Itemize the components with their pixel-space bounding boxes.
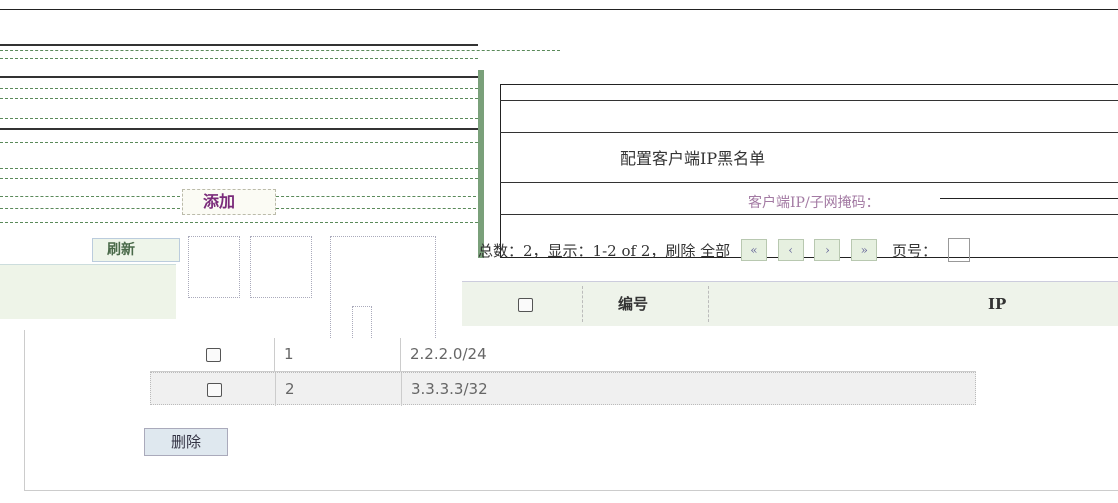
panel-stripe	[276, 196, 476, 197]
column-divider	[275, 373, 276, 406]
column-divider	[400, 338, 401, 371]
row-checkbox[interactable]	[207, 373, 222, 406]
checkbox-icon	[518, 298, 533, 312]
panel-border	[0, 76, 478, 78]
panel-stripe	[0, 50, 560, 51]
dialog-line	[500, 100, 1118, 101]
pager-bar: 总数：2，显示：1-2 of 2，刷除 全部 « ‹ › » 页号：	[478, 238, 1118, 272]
row-ip: 2.2.2.0/24	[410, 345, 487, 363]
dialog-line	[500, 214, 1118, 215]
column-divider	[582, 286, 583, 322]
panel-border	[0, 44, 478, 46]
panel-stripe	[0, 58, 478, 59]
pager-summary: 总数：2，显示：1-2 of 2，刷除 全部	[478, 241, 731, 260]
page-number-label: 页号：	[892, 241, 938, 260]
table-header: 编号 IP	[462, 281, 1118, 326]
dialog-line	[500, 132, 1118, 133]
grid-artifact	[250, 236, 312, 298]
checkbox-icon	[206, 347, 221, 362]
prev-page-button[interactable]: ‹	[777, 239, 804, 261]
panel-border	[0, 128, 478, 130]
delete-button[interactable]: 删除	[144, 428, 228, 456]
column-divider	[274, 338, 275, 371]
row-ip: 3.3.3.3/32	[411, 380, 488, 398]
top-divider	[0, 9, 1118, 10]
panel-stripe	[0, 168, 478, 169]
last-page-button[interactable]: »	[851, 239, 878, 261]
page-number-input[interactable]	[947, 238, 970, 262]
panel-stripe	[0, 88, 478, 89]
panel-stripe	[0, 222, 478, 223]
checkbox-icon	[207, 382, 222, 397]
table-row: 2 3.3.3.3/32	[150, 372, 976, 406]
column-divider	[401, 373, 402, 406]
row-number: 1	[284, 345, 294, 363]
client-ip-input[interactable]	[940, 198, 1118, 199]
row-number: 2	[285, 380, 295, 398]
row-checkbox[interactable]	[206, 338, 221, 371]
grid-artifact	[330, 236, 436, 342]
header-number: 编号	[618, 295, 649, 313]
panel-stripe	[0, 98, 478, 99]
panel-stripe	[0, 118, 478, 119]
panel-stripe	[0, 142, 478, 143]
next-page-button[interactable]: ›	[814, 239, 841, 261]
header-select-all[interactable]	[518, 282, 533, 326]
table-row: 1 2.2.2.0/24	[150, 338, 976, 372]
column-divider	[708, 286, 709, 322]
dialog-body	[500, 84, 1118, 258]
client-ip-label: 客户端IP/子网掩码：	[748, 195, 880, 211]
dialog-line	[500, 182, 1118, 183]
header-ip: IP	[988, 295, 1007, 313]
panel-stripe	[276, 208, 476, 209]
panel-stripe	[0, 196, 180, 197]
panel-stripe	[0, 178, 478, 179]
dialog-heading: 配置客户端IP黑名单	[620, 149, 766, 168]
panel-stripe	[0, 208, 180, 209]
add-button[interactable]: 添加	[182, 189, 276, 215]
grid-artifact	[188, 236, 240, 298]
refresh-button[interactable]: 刷新	[92, 238, 180, 262]
first-page-button[interactable]: «	[740, 239, 767, 261]
left-panel-row	[0, 264, 176, 319]
